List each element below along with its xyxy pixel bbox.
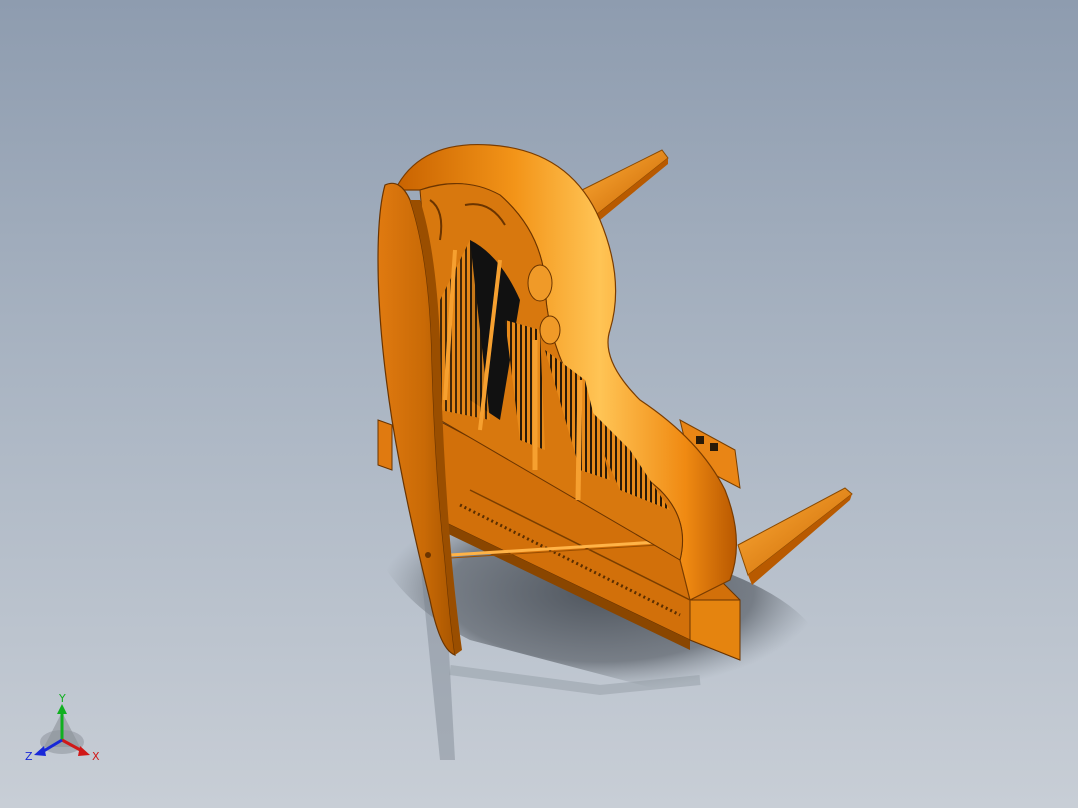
orientation-triad[interactable]: Y X Z [24, 692, 114, 772]
graphics-viewport[interactable]: Y X Z [0, 0, 1078, 808]
front-leg[interactable] [737, 487, 853, 585]
side-leg[interactable] [377, 419, 393, 471]
z-axis-label: Z [25, 750, 33, 763]
piano-model[interactable] [0, 0, 1078, 808]
y-axis-label: Y [58, 692, 66, 705]
x-axis-label: X [92, 750, 100, 763]
